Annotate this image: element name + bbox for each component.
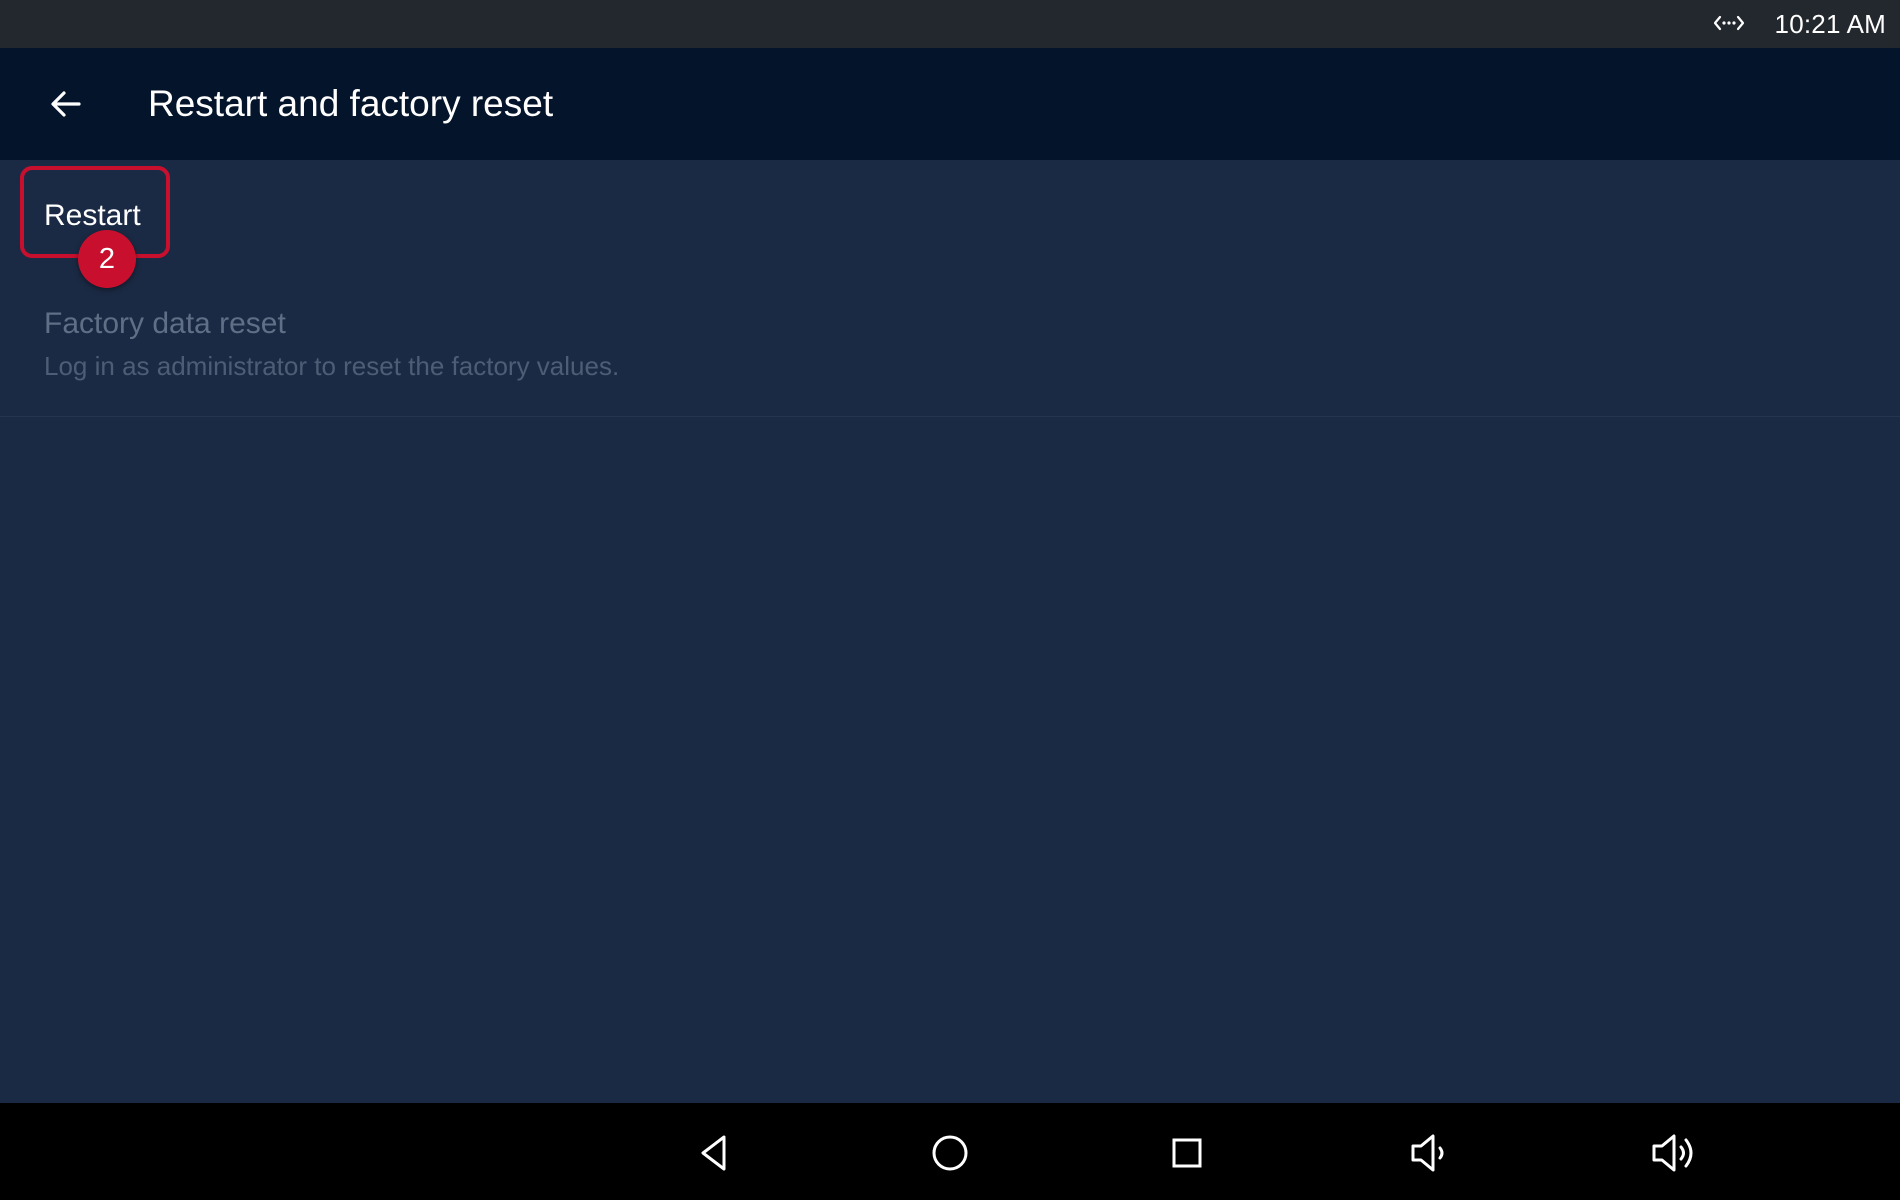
back-arrow-icon xyxy=(51,91,81,117)
settings-list: Restart 2 Factory data reset Log in as a… xyxy=(0,160,1900,1103)
factory-reset-item: Factory data reset Log in as administrat… xyxy=(0,268,1900,417)
home-circle-icon xyxy=(932,1135,968,1171)
volume-up-icon xyxy=(1652,1134,1693,1172)
back-triangle-icon xyxy=(701,1135,726,1171)
navigation-bar xyxy=(0,1103,1900,1200)
restart-item[interactable]: Restart 2 xyxy=(0,160,1900,288)
status-bar: 10:21 AM xyxy=(0,0,1900,48)
restart-factory-reset-screen: 10:21 AM Restart and factory reset Resta… xyxy=(0,0,1900,1200)
page-title: Restart and factory reset xyxy=(148,83,554,124)
factory-reset-title: Factory data reset xyxy=(44,307,286,340)
code-sync-icon xyxy=(1712,11,1746,35)
back-button[interactable] xyxy=(34,72,98,136)
app-bar: Restart and factory reset xyxy=(0,48,1900,160)
recents-square-icon xyxy=(1172,1138,1202,1168)
volume-down-button[interactable] xyxy=(1405,1125,1461,1181)
status-time: 10:21 AM xyxy=(1774,9,1886,39)
factory-reset-subtitle: Log in as administrator to reset the fac… xyxy=(44,351,620,381)
nav-recents-button[interactable] xyxy=(1159,1125,1215,1181)
nav-home-button[interactable] xyxy=(922,1125,978,1181)
volume-up-button[interactable] xyxy=(1648,1125,1704,1181)
nav-back-button[interactable] xyxy=(685,1125,741,1181)
volume-down-icon xyxy=(1411,1134,1444,1172)
